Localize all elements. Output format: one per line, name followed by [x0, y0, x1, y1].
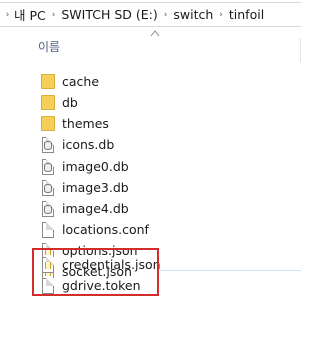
folder-icon	[40, 115, 56, 132]
column-header-name[interactable]: 이름	[38, 38, 60, 55]
list-item[interactable]: icons.db	[40, 134, 114, 155]
list-item[interactable]: image4.db	[40, 198, 129, 219]
json-file-icon	[40, 256, 56, 273]
list-item[interactable]: image0.db	[40, 156, 129, 177]
database-file-icon	[40, 200, 56, 217]
list-item[interactable]: gdrive.token	[40, 275, 141, 296]
list-item[interactable]: cache	[40, 71, 99, 92]
file-name: cache	[62, 74, 100, 89]
database-file-icon	[40, 158, 56, 175]
file-name: credentials.json	[62, 257, 161, 272]
breadcrumb-tinfoil[interactable]: tinfoil	[229, 7, 264, 22]
file-name: db	[62, 95, 78, 110]
column-divider[interactable]	[300, 38, 301, 62]
folder-icon	[40, 94, 56, 111]
list-item[interactable]: db	[40, 92, 78, 113]
file-name: gdrive.token	[62, 278, 141, 293]
file-name: icons.db	[62, 137, 115, 152]
chevron-right-icon[interactable]: ›	[164, 10, 168, 20]
sort-chevron-up-icon	[150, 30, 160, 37]
database-file-icon	[40, 179, 56, 196]
list-item[interactable]: credentials.json	[40, 254, 161, 275]
file-name: image0.db	[62, 159, 129, 174]
address-bar[interactable]: › 내 PC › SWITCH SD (E:) › switch › tinfo…	[0, 2, 301, 27]
list-item[interactable]: locations.conf	[40, 219, 149, 240]
file-name: locations.conf	[62, 222, 149, 237]
selection-row-line	[160, 270, 301, 271]
chevron-right-icon[interactable]: ›	[0, 10, 14, 20]
breadcrumb-this-pc[interactable]: 내 PC	[14, 5, 46, 24]
breadcrumb-drive[interactable]: SWITCH SD (E:)	[61, 7, 157, 22]
file-icon	[40, 221, 56, 238]
file-name: image4.db	[62, 201, 129, 216]
breadcrumb-switch[interactable]: switch	[173, 7, 213, 22]
database-file-icon	[40, 136, 56, 153]
chevron-right-icon[interactable]: ›	[219, 10, 223, 20]
file-icon	[40, 277, 56, 294]
chevron-right-icon[interactable]: ›	[52, 10, 56, 20]
list-item[interactable]: image3.db	[40, 177, 129, 198]
file-name: image3.db	[62, 180, 129, 195]
folder-icon	[40, 73, 56, 90]
file-name: themes	[62, 116, 109, 131]
list-item[interactable]: themes	[40, 113, 109, 134]
